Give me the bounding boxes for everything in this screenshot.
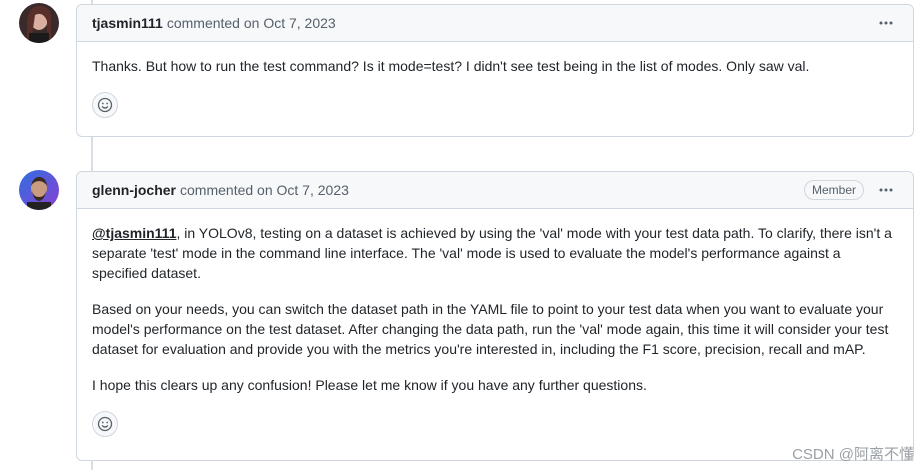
comment-body-1: Thanks. But how to run the test command?… — [77, 42, 913, 135]
watermark: CSDN @阿离不懂 — [792, 446, 914, 463]
comment-author-2[interactable]: glenn-jocher — [92, 182, 176, 198]
comment-timestamp-1[interactable]: commented on Oct 7, 2023 — [167, 15, 336, 31]
avatar-tjasmin111[interactable] — [19, 3, 59, 43]
user-mention-link[interactable]: @tjasmin111 — [92, 225, 176, 241]
comment-card-1: tjasmin111 commented on Oct 7, 2023 Than… — [76, 4, 914, 137]
comment-body-2: @tjasmin111, in YOLOv8, testing on a dat… — [77, 209, 913, 454]
comment-paragraph-3: I hope this clears up any confusion! Ple… — [92, 377, 647, 393]
add-reaction-button[interactable] — [92, 92, 118, 118]
paragraph-text: , in YOLOv8, testing on a dataset is ach… — [92, 225, 892, 281]
kebab-horizontal-icon[interactable] — [874, 180, 898, 200]
comment-author-1[interactable]: tjasmin111 — [92, 15, 163, 31]
kebab-horizontal-icon[interactable] — [874, 13, 898, 33]
member-badge: Member — [803, 180, 864, 200]
comment-card-2: glenn-jocher commented on Oct 7, 2023 Me… — [76, 171, 914, 461]
comment-paragraph-1: @tjasmin111, in YOLOv8, testing on a dat… — [92, 223, 898, 283]
smiley-icon — [97, 97, 113, 113]
add-reaction-button[interactable] — [92, 411, 118, 437]
avatar-glenn-jocher[interactable] — [19, 170, 59, 210]
comment-timestamp-2[interactable]: commented on Oct 7, 2023 — [180, 182, 349, 198]
comment-header-1: tjasmin111 commented on Oct 7, 2023 — [77, 5, 913, 42]
comment-paragraph: Thanks. But how to run the test command?… — [92, 58, 810, 74]
comment-header-2: glenn-jocher commented on Oct 7, 2023 Me… — [77, 172, 913, 209]
smiley-icon — [97, 416, 113, 432]
comment-paragraph-2: Based on your needs, you can switch the … — [92, 301, 889, 357]
